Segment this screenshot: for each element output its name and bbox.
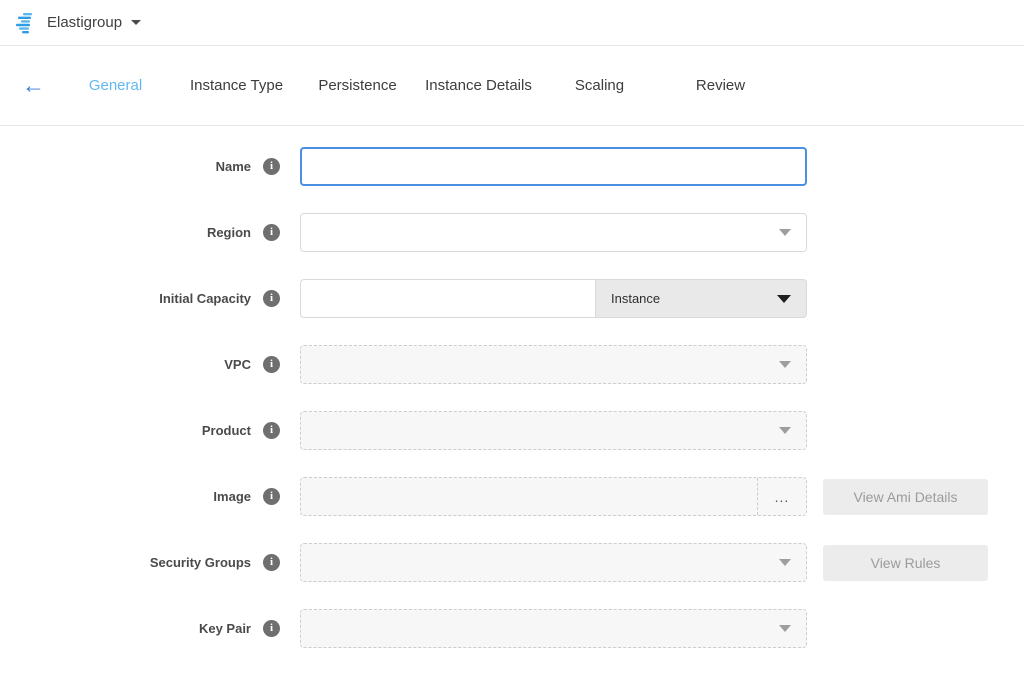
elastigroup-logo-icon [14,11,38,35]
app-header: Elastigroup [0,0,1024,46]
security-groups-label: Security Groups [0,555,251,570]
image-value [301,478,757,515]
name-label: Name [0,159,251,174]
vpc-info-icon[interactable]: i [263,356,280,373]
initial-capacity-group: Instance [300,279,807,318]
product-label: Product [0,423,251,438]
form-row-name: Name i [0,147,1024,186]
name-info-icon[interactable]: i [263,158,280,175]
image-input-group: ... [300,477,807,516]
form-row-security-groups: Security Groups i View Rules [0,543,1024,582]
chevron-down-icon [779,625,791,632]
form-row-region: Region i [0,213,1024,252]
chevron-down-icon [779,361,791,368]
product-name: Elastigroup [47,14,122,31]
back-arrow-button[interactable]: ← [22,74,52,97]
vpc-select[interactable] [300,345,807,384]
region-select[interactable] [300,213,807,252]
chevron-down-icon [131,20,141,25]
capacity-unit-value: Instance [611,291,660,306]
form-row-product: Product i [0,411,1024,450]
general-settings-form: Name i Region i Initial Capacity i Insta… [0,126,1024,648]
form-row-key-pair: Key Pair i [0,609,1024,648]
tab-instance-details[interactable]: Instance Details [418,77,539,94]
key-pair-label: Key Pair [0,621,251,636]
chevron-down-icon [779,229,791,236]
capacity-unit-select[interactable]: Instance [595,279,807,318]
view-rules-button[interactable]: View Rules [823,545,988,581]
form-row-vpc: VPC i [0,345,1024,384]
security-groups-info-icon[interactable]: i [263,554,280,571]
key-pair-select[interactable] [300,609,807,648]
form-row-image: Image i ... View Ami Details [0,477,1024,516]
tab-general[interactable]: General [55,77,176,94]
region-info-icon[interactable]: i [263,224,280,241]
tab-scaling[interactable]: Scaling [539,77,660,94]
chevron-down-icon [779,427,791,434]
image-browse-button[interactable]: ... [757,478,806,515]
initial-capacity-label: Initial Capacity [0,291,251,306]
form-row-initial-capacity: Initial Capacity i Instance [0,279,1024,318]
region-label: Region [0,225,251,240]
tab-review[interactable]: Review [660,77,781,94]
initial-capacity-info-icon[interactable]: i [263,290,280,307]
vpc-label: VPC [0,357,251,372]
name-input[interactable] [300,147,807,186]
chevron-down-icon [779,559,791,566]
chevron-down-icon [777,295,791,303]
wizard-tabs: General Instance Type Persistence Instan… [55,77,781,94]
product-switcher[interactable]: Elastigroup [47,14,141,31]
security-groups-select[interactable] [300,543,807,582]
tab-persistence[interactable]: Persistence [297,77,418,94]
key-pair-info-icon[interactable]: i [263,620,280,637]
initial-capacity-input[interactable] [300,279,595,318]
wizard-tab-bar: ← General Instance Type Persistence Inst… [0,46,1024,126]
product-info-icon[interactable]: i [263,422,280,439]
view-ami-details-button[interactable]: View Ami Details [823,479,988,515]
image-info-icon[interactable]: i [263,488,280,505]
image-label: Image [0,489,251,504]
tab-instance-type[interactable]: Instance Type [176,77,297,94]
product-select[interactable] [300,411,807,450]
